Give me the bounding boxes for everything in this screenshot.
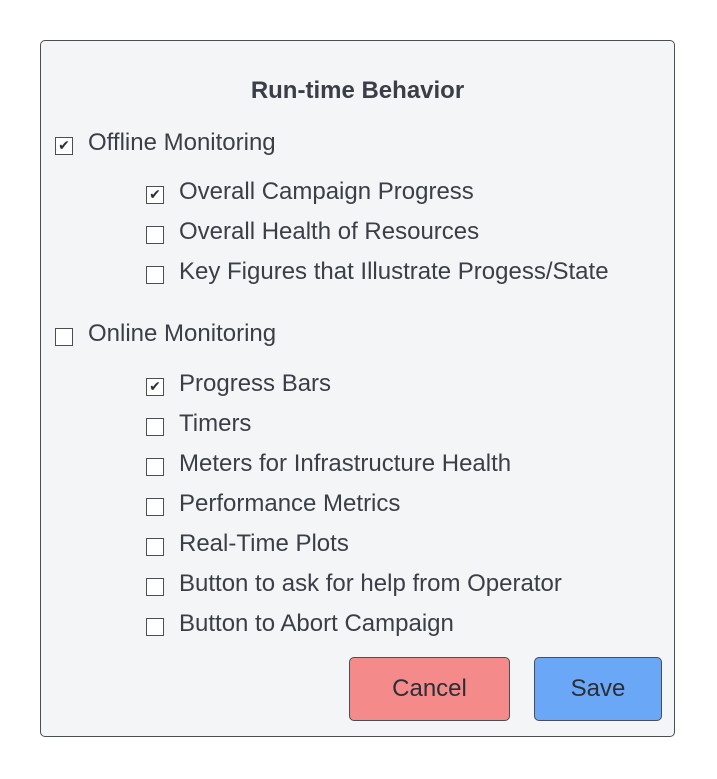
- key-figures-option[interactable]: Key Figures that Illustrate Progess/Stat…: [146, 256, 609, 288]
- meters-infrastructure-health-label: Meters for Infrastructure Health: [179, 450, 512, 477]
- check-mark-icon: ✔: [149, 187, 161, 203]
- abort-campaign-option[interactable]: Button to Abort Campaign: [146, 608, 454, 640]
- meters-infrastructure-health-option[interactable]: Meters for Infrastructure Health: [146, 448, 511, 480]
- real-time-plots-label: Real-Time Plots: [179, 530, 349, 557]
- key-figures-label: Key Figures that Illustrate Progess/Stat…: [179, 258, 609, 285]
- progress-bars-checkbox[interactable]: ✔: [146, 378, 164, 396]
- offline-monitoring-checkbox[interactable]: ✔: [55, 137, 73, 155]
- check-mark-icon: ✔: [58, 138, 70, 154]
- online-monitoring-option[interactable]: Online Monitoring: [55, 318, 276, 350]
- overall-campaign-progress-option[interactable]: ✔ Overall Campaign Progress: [146, 176, 474, 208]
- timers-checkbox[interactable]: [146, 418, 164, 436]
- abort-campaign-label: Button to Abort Campaign: [179, 610, 454, 637]
- overall-campaign-progress-label: Overall Campaign Progress: [179, 178, 474, 205]
- real-time-plots-checkbox[interactable]: [146, 538, 164, 556]
- overall-health-of-resources-checkbox[interactable]: [146, 226, 164, 244]
- performance-metrics-option[interactable]: Performance Metrics: [146, 488, 400, 520]
- ask-operator-help-checkbox[interactable]: [146, 578, 164, 596]
- performance-metrics-checkbox[interactable]: [146, 498, 164, 516]
- meters-infrastructure-health-checkbox[interactable]: [146, 458, 164, 476]
- ask-operator-help-option[interactable]: Button to ask for help from Operator: [146, 568, 562, 600]
- run-time-behavior-dialog: Run-time Behavior ✔ Offline Monitoring ✔…: [40, 40, 675, 737]
- timers-option[interactable]: Timers: [146, 408, 251, 440]
- overall-campaign-progress-checkbox[interactable]: ✔: [146, 186, 164, 204]
- timers-label: Timers: [179, 410, 252, 437]
- online-monitoring-label: Online Monitoring: [88, 320, 277, 347]
- ask-operator-help-label: Button to ask for help from Operator: [179, 570, 562, 597]
- check-mark-icon: ✔: [149, 379, 161, 395]
- save-button[interactable]: Save: [534, 657, 662, 721]
- real-time-plots-option[interactable]: Real-Time Plots: [146, 528, 349, 560]
- overall-health-of-resources-label: Overall Health of Resources: [179, 218, 480, 245]
- offline-monitoring-label: Offline Monitoring: [88, 129, 276, 156]
- progress-bars-label: Progress Bars: [179, 370, 332, 397]
- overall-health-of-resources-option[interactable]: Overall Health of Resources: [146, 216, 479, 248]
- offline-monitoring-option[interactable]: ✔ Offline Monitoring: [55, 127, 276, 159]
- cancel-button[interactable]: Cancel: [349, 657, 510, 721]
- progress-bars-option[interactable]: ✔ Progress Bars: [146, 368, 331, 400]
- abort-campaign-checkbox[interactable]: [146, 618, 164, 636]
- performance-metrics-label: Performance Metrics: [179, 490, 401, 517]
- online-monitoring-checkbox[interactable]: [55, 328, 73, 346]
- dialog-title: Run-time Behavior: [250, 77, 465, 104]
- key-figures-checkbox[interactable]: [146, 266, 164, 284]
